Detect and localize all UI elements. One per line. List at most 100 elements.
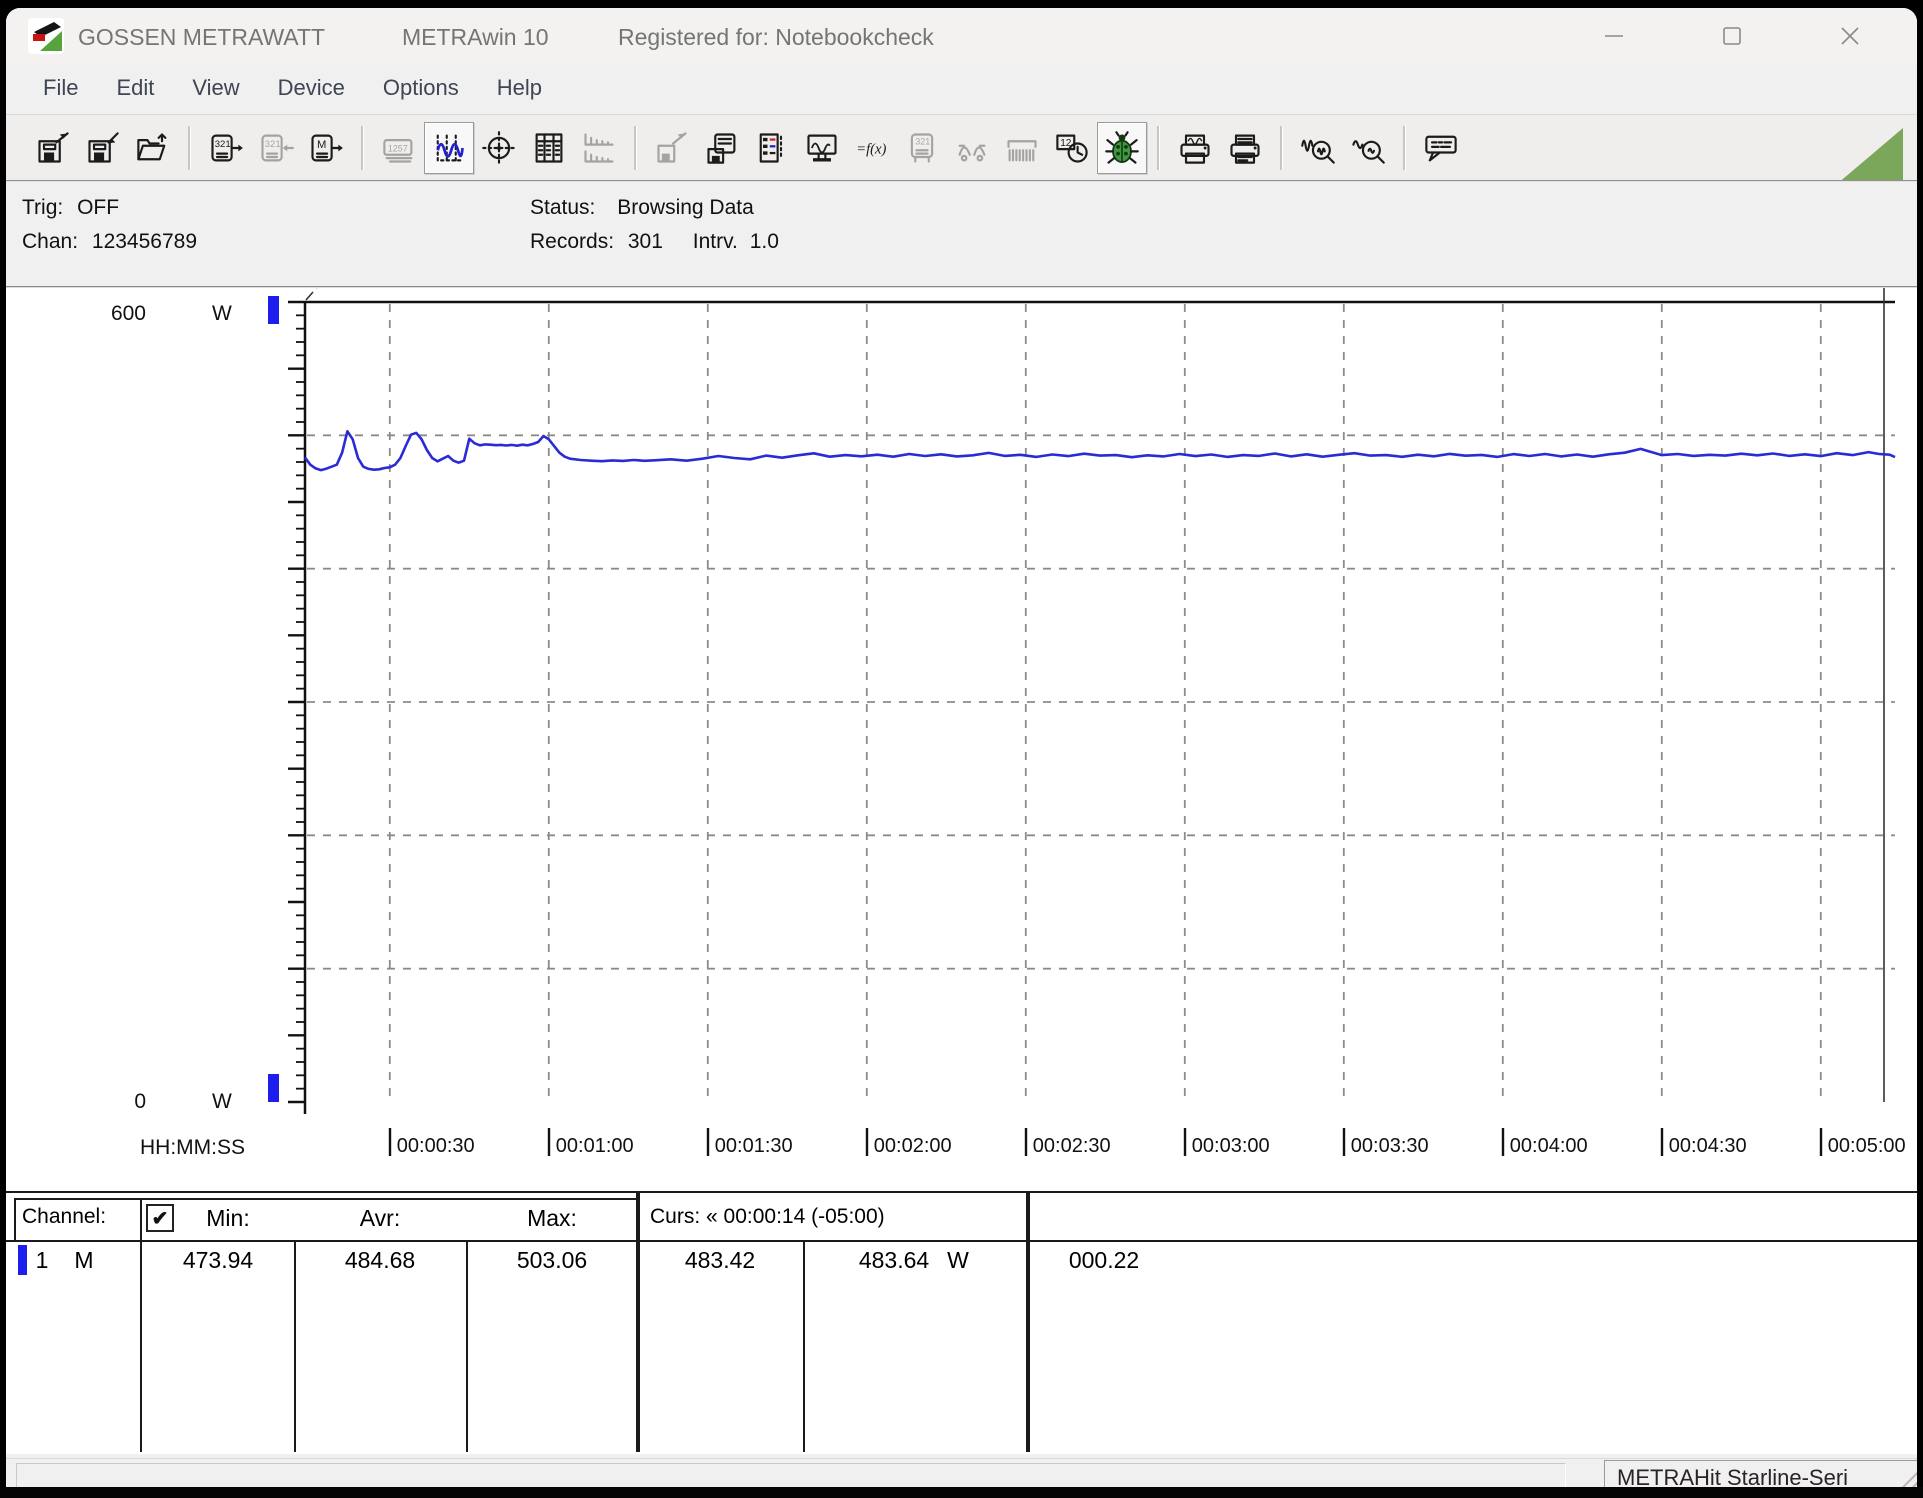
svg-text:00:02:00: 00:02:00 bbox=[874, 1135, 952, 1157]
svg-text:=f(x): =f(x) bbox=[856, 142, 886, 158]
window-controls bbox=[1591, 8, 1917, 64]
registered-for-text: Registered for: Notebookcheck bbox=[618, 24, 934, 50]
table-view-icon[interactable] bbox=[524, 122, 574, 174]
comment-balloon-icon[interactable] bbox=[1416, 122, 1466, 174]
channel-color-marker bbox=[18, 1245, 27, 1275]
records-label: Records: bbox=[530, 230, 615, 253]
impulse-icon bbox=[997, 122, 1047, 174]
svg-text:00:03:00: 00:03:00 bbox=[1192, 1135, 1270, 1157]
histogram-view-icon bbox=[574, 122, 624, 174]
save-export-icon[interactable] bbox=[28, 122, 78, 174]
read-memory-icon[interactable]: M bbox=[301, 122, 351, 174]
device-321-gray-icon: 321 bbox=[897, 122, 947, 174]
print-chart-icon[interactable] bbox=[1170, 122, 1220, 174]
toolbar-separator bbox=[188, 126, 191, 170]
svg-text:HH:MM:SS: HH:MM:SS bbox=[140, 1136, 245, 1159]
acquisition-status-panel: Trig: OFF Chan: 123456789 Status: Browsi… bbox=[6, 180, 1917, 288]
svg-text:00:04:30: 00:04:30 bbox=[1669, 1135, 1747, 1157]
status-bar: METRAHit Starline-Seri bbox=[6, 1458, 1917, 1487]
channel-checkbox[interactable]: ✔ bbox=[146, 1204, 174, 1232]
menu-edit[interactable]: Edit bbox=[97, 69, 173, 107]
read-device-321-icon[interactable]: 321 bbox=[201, 122, 251, 174]
cursor2-unit: W bbox=[947, 1247, 969, 1273]
channel-header: Channel: bbox=[22, 1205, 107, 1228]
delta-value: 000.22 bbox=[1068, 1247, 1140, 1273]
svg-text:0: 0 bbox=[134, 1090, 146, 1113]
trig-value: OFF bbox=[77, 196, 120, 219]
screen: GOSSEN METRAWATT METRAwin 10 Registered … bbox=[0, 0, 1923, 1498]
intrv-value: 1.0 bbox=[749, 230, 779, 253]
status-value: Browsing Data bbox=[617, 196, 754, 219]
chart-panel: 600 W 0 W HH:MM:SS 00:00:30 00:01:00 00:01:30 00… bbox=[6, 286, 1917, 1193]
svg-text:00:01:00: 00:01:00 bbox=[556, 1135, 634, 1157]
toolbar-separator bbox=[634, 126, 637, 170]
probes-icon bbox=[947, 122, 997, 174]
status-bar-left-panel bbox=[16, 1463, 1566, 1487]
device-name-panel: METRAHit Starline-Seri bbox=[1604, 1460, 1917, 1487]
svg-text:00:02:30: 00:02:30 bbox=[1033, 1135, 1111, 1157]
toolbar-separator bbox=[1157, 126, 1160, 170]
app-window: GOSSEN METRAWATT METRAwin 10 Registered … bbox=[6, 8, 1917, 1487]
measurement-table: Channel: ✔ Min: Avr: Max: Curs: « 00:00:… bbox=[6, 1191, 1917, 1454]
intrv-label: Intrv. bbox=[692, 230, 738, 253]
svg-text:W: W bbox=[212, 302, 232, 325]
svg-text:321: 321 bbox=[915, 137, 930, 147]
export-disk-icon bbox=[647, 122, 697, 174]
xy-view-icon[interactable] bbox=[474, 122, 524, 174]
device-save-icon[interactable] bbox=[697, 122, 747, 174]
channel-mode: M bbox=[74, 1247, 94, 1273]
svg-text:00:03:30: 00:03:30 bbox=[1351, 1135, 1429, 1157]
resize-grip[interactable] bbox=[1895, 1467, 1917, 1487]
function-fx-icon[interactable]: =f(x) bbox=[847, 122, 897, 174]
menu-bar: File Edit View Device Options Help bbox=[6, 64, 1917, 112]
channel-number: 1 bbox=[35, 1247, 49, 1273]
multimeter-display-icon: 1257 bbox=[374, 122, 424, 174]
minimize-button[interactable] bbox=[1591, 16, 1637, 56]
app-icon bbox=[28, 18, 64, 54]
toolbar-separator bbox=[361, 126, 364, 170]
maximize-button[interactable] bbox=[1709, 16, 1755, 56]
max-value: 503.06 bbox=[516, 1247, 588, 1273]
svg-text:W: W bbox=[212, 1090, 232, 1113]
close-button[interactable] bbox=[1827, 16, 1873, 56]
online-monitor-icon[interactable] bbox=[797, 122, 847, 174]
svg-text:00:04:00: 00:04:00 bbox=[1510, 1135, 1588, 1157]
svg-text:321: 321 bbox=[215, 139, 231, 150]
cursor-header: Curs: « 00:00:14 (-05:00) bbox=[650, 1205, 885, 1228]
svg-text:321: 321 bbox=[265, 139, 281, 150]
channel-list-icon[interactable] bbox=[747, 122, 797, 174]
app-name-title: METRAwin 10 bbox=[402, 24, 549, 50]
svg-text:00:01:30: 00:01:30 bbox=[715, 1135, 793, 1157]
zoom-out-icon[interactable] bbox=[1343, 122, 1393, 174]
menu-file[interactable]: File bbox=[24, 69, 97, 107]
cursor1-value: 483.42 bbox=[684, 1247, 756, 1273]
zoom-in-icon[interactable] bbox=[1293, 122, 1343, 174]
chan-value: 123456789 bbox=[91, 230, 198, 253]
timer-clock-icon[interactable]: 12 bbox=[1047, 122, 1097, 174]
chan-label: Chan: bbox=[22, 230, 79, 253]
svg-text:00:05:00: 00:05:00 bbox=[1828, 1135, 1906, 1157]
cursor2-value: 483.64 bbox=[858, 1247, 930, 1273]
min-header: Min: bbox=[206, 1205, 250, 1231]
open-file-icon[interactable] bbox=[128, 122, 178, 174]
live-bug-icon[interactable] bbox=[1097, 122, 1147, 174]
records-value: 301 bbox=[627, 230, 663, 253]
avr-header: Avr: bbox=[359, 1205, 401, 1231]
menu-options[interactable]: Options bbox=[364, 69, 478, 107]
menu-view[interactable]: View bbox=[173, 69, 258, 107]
svg-text:00:00:30: 00:00:30 bbox=[397, 1135, 475, 1157]
write-device-321-icon: 321 bbox=[251, 122, 301, 174]
save-import-icon[interactable] bbox=[78, 122, 128, 174]
power-trend-chart[interactable]: 600 W 0 W HH:MM:SS 00:00:30 00:01:00 00:01:30 00… bbox=[6, 288, 1917, 1193]
app-vendor-title: GOSSEN METRAWATT bbox=[78, 24, 326, 50]
toolbar-separator bbox=[1280, 126, 1283, 170]
chart-view-icon[interactable] bbox=[424, 122, 474, 174]
toolbar: 321 321 M 1257 =f(x) 321 12 bbox=[6, 114, 1917, 181]
menu-device[interactable]: Device bbox=[259, 69, 364, 107]
trig-label: Trig: bbox=[22, 196, 64, 219]
print-report-icon[interactable] bbox=[1220, 122, 1270, 174]
title-bar: GOSSEN METRAWATT METRAwin 10 Registered … bbox=[6, 8, 1917, 64]
menu-help[interactable]: Help bbox=[478, 69, 561, 107]
status-label: Status: bbox=[530, 196, 596, 219]
min-value: 473.94 bbox=[182, 1247, 254, 1273]
